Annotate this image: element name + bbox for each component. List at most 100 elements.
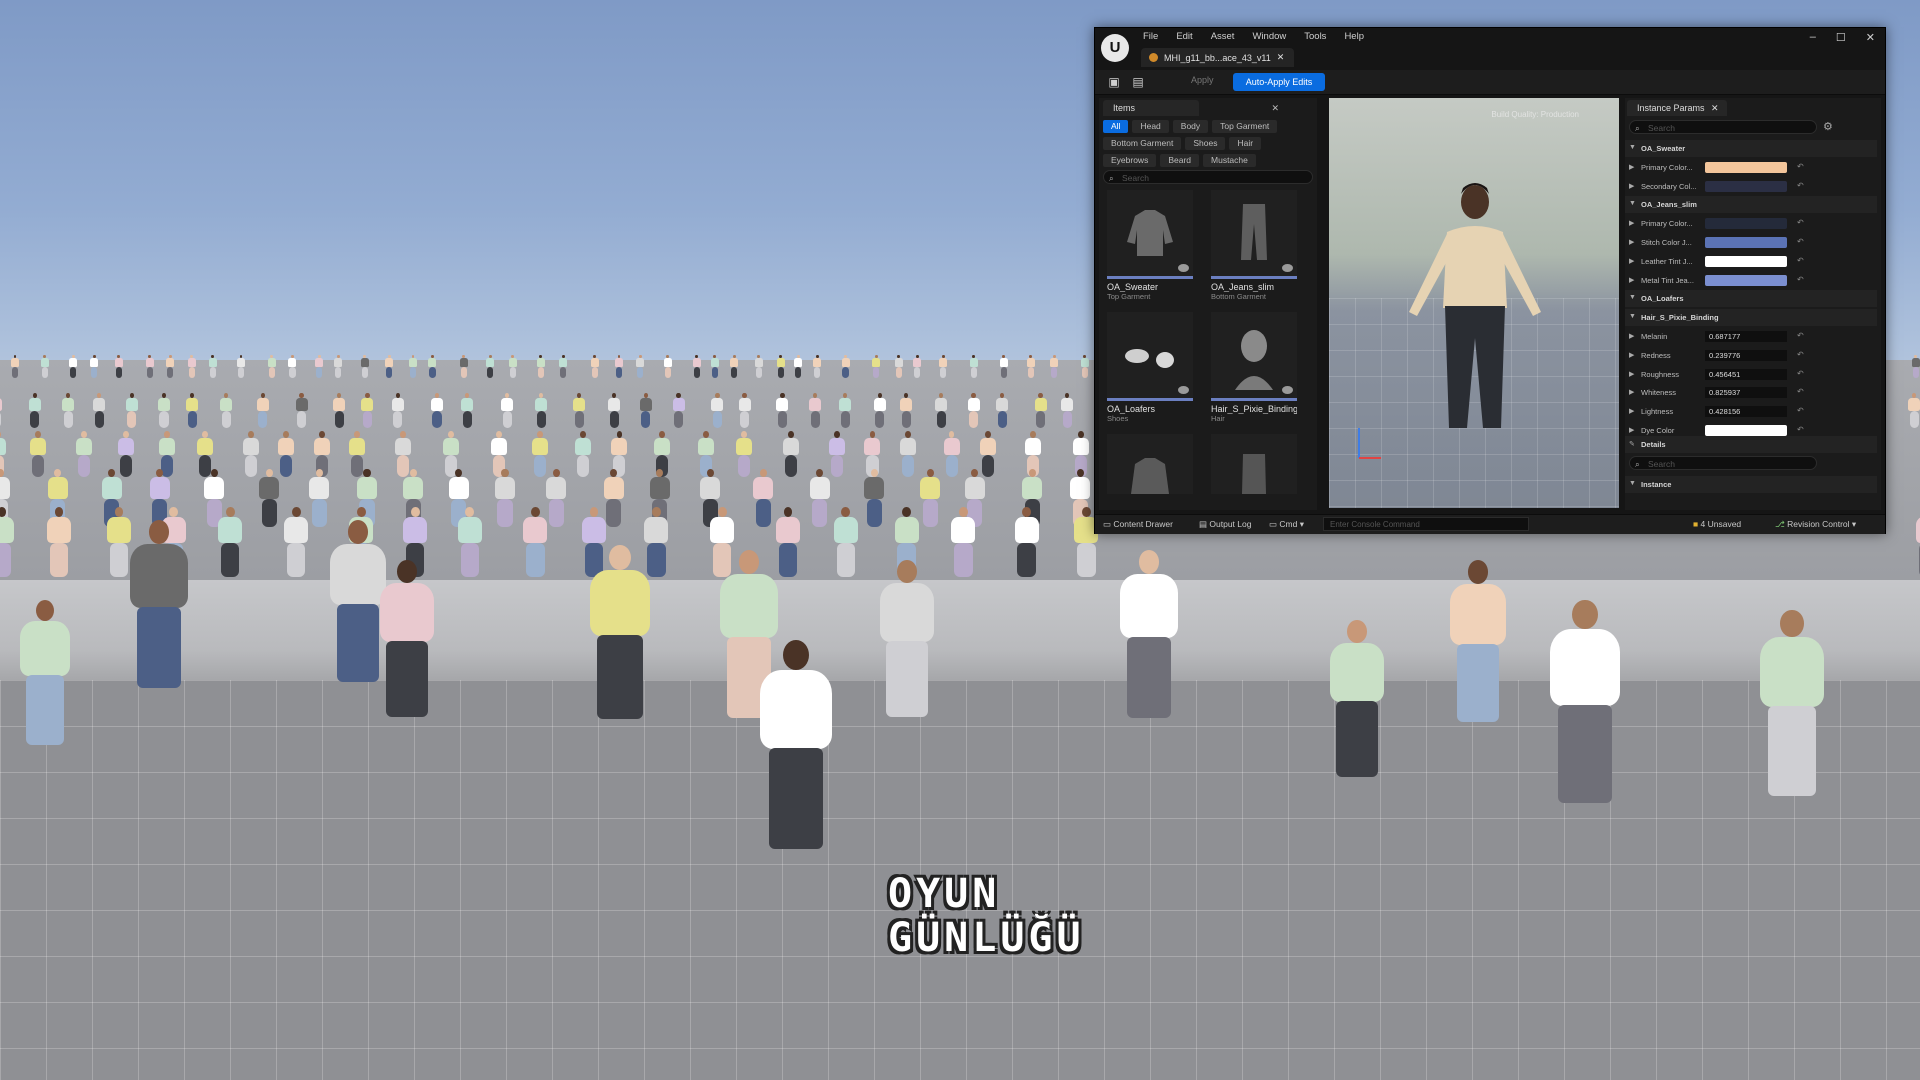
- details-header[interactable]: ✎ Details: [1625, 436, 1877, 453]
- params-search-input[interactable]: ⌕ Search: [1629, 120, 1817, 134]
- color-swatch[interactable]: [1705, 180, 1787, 192]
- menu-tools[interactable]: Tools: [1304, 31, 1326, 42]
- details-search-input[interactable]: ⌕ Search: [1629, 456, 1817, 470]
- expand-arrow-icon[interactable]: ▶: [1629, 388, 1634, 396]
- maximize-button[interactable]: ☐: [1836, 31, 1846, 44]
- filter-head[interactable]: Head: [1132, 120, 1169, 133]
- filter-shoes[interactable]: Shoes: [1185, 137, 1226, 150]
- unreal-logo-icon[interactable]: U: [1101, 34, 1129, 62]
- item-tile-sweater[interactable]: OA_Sweater Top Garment: [1107, 190, 1193, 301]
- auto-apply-edits-button[interactable]: Auto-Apply Edits: [1233, 73, 1325, 91]
- param-row[interactable]: ▶ Redness 0.239776 ↶: [1625, 347, 1877, 364]
- expand-arrow-icon[interactable]: ▶: [1629, 182, 1634, 190]
- instance-params-tab[interactable]: Instance Params ✕: [1627, 100, 1727, 116]
- color-swatch[interactable]: [1705, 161, 1787, 173]
- settings-gear-icon[interactable]: ⚙: [1823, 120, 1833, 133]
- document-tab[interactable]: MHI_g11_bb...ace_43_v11 ✕: [1141, 48, 1295, 67]
- collapse-arrow-icon[interactable]: ▼: [1629, 200, 1636, 207]
- unsaved-indicator[interactable]: ■ 4 Unsaved: [1693, 519, 1741, 529]
- close-tab-icon[interactable]: ✕: [1277, 52, 1285, 63]
- filter-hair[interactable]: Hair: [1229, 137, 1262, 150]
- color-swatch[interactable]: [1705, 218, 1787, 230]
- param-group-header[interactable]: ▼ OA_Jeans_slim: [1625, 196, 1877, 214]
- expand-arrow-icon[interactable]: ▶: [1629, 257, 1634, 265]
- reset-icon[interactable]: ↶: [1797, 181, 1804, 190]
- param-row[interactable]: ▶ Secondary Col... ↶: [1625, 178, 1877, 195]
- close-panel-icon[interactable]: ✕: [1711, 100, 1719, 116]
- apply-button[interactable]: Apply: [1191, 75, 1214, 85]
- param-row[interactable]: ▶ Metal Tint Jea... ↶: [1625, 272, 1877, 289]
- param-value-input[interactable]: 0.239776: [1705, 349, 1787, 361]
- param-group-header[interactable]: ▼ OA_Sweater: [1625, 140, 1877, 157]
- expand-arrow-icon[interactable]: ▶: [1629, 426, 1634, 434]
- close-window-button[interactable]: ✕: [1866, 31, 1875, 44]
- filter-all[interactable]: All: [1103, 120, 1129, 133]
- minimize-button[interactable]: –: [1810, 31, 1816, 44]
- visibility-eye-icon[interactable]: [1178, 386, 1189, 394]
- close-panel-icon[interactable]: ✕: [1271, 100, 1279, 116]
- param-row[interactable]: ▶ Leather Tint J... ↶: [1625, 253, 1877, 270]
- visibility-eye-icon[interactable]: [1282, 264, 1293, 272]
- collapse-arrow-icon[interactable]: ▼: [1629, 313, 1636, 320]
- filter-bottom-garment[interactable]: Bottom Garment: [1103, 137, 1182, 150]
- reset-icon[interactable]: ↶: [1797, 256, 1804, 265]
- reset-icon[interactable]: ↶: [1797, 237, 1804, 246]
- visibility-eye-icon[interactable]: [1178, 264, 1189, 272]
- content-drawer-button[interactable]: ▭ Content Drawer: [1103, 519, 1173, 530]
- browse-icon[interactable]: ▤: [1131, 75, 1145, 89]
- filter-eyebrows[interactable]: Eyebrows: [1103, 154, 1157, 167]
- menu-window[interactable]: Window: [1252, 31, 1286, 42]
- param-value-input[interactable]: 0.456451: [1705, 368, 1787, 380]
- param-group-header[interactable]: ▼ OA_Loafers: [1625, 290, 1877, 308]
- menu-asset[interactable]: Asset: [1211, 31, 1235, 42]
- item-tile-jeans[interactable]: OA_Jeans_slim Bottom Garment: [1211, 190, 1297, 301]
- filter-top-garment[interactable]: Top Garment: [1212, 120, 1278, 133]
- param-row[interactable]: ▶ Primary Color... ↶: [1625, 159, 1877, 176]
- param-row[interactable]: ▶ Primary Color... ↶: [1625, 215, 1877, 232]
- reset-icon[interactable]: ↶: [1797, 369, 1804, 378]
- expand-arrow-icon[interactable]: ▶: [1629, 163, 1634, 171]
- expand-arrow-icon[interactable]: ▶: [1629, 370, 1634, 378]
- character-viewport[interactable]: Build Quality: Production: [1329, 98, 1619, 508]
- reset-icon[interactable]: ↶: [1797, 425, 1804, 434]
- revision-control-button[interactable]: ⎇ Revision Control ▾: [1775, 519, 1856, 530]
- menu-edit[interactable]: Edit: [1176, 31, 1192, 42]
- param-group-header[interactable]: ▼ Hair_S_Pixie_Binding: [1625, 309, 1877, 327]
- console-command-input[interactable]: Enter Console Command: [1323, 517, 1529, 531]
- visibility-eye-icon[interactable]: [1282, 386, 1293, 394]
- color-swatch[interactable]: [1705, 255, 1787, 267]
- output-log-button[interactable]: ▤ Output Log: [1199, 519, 1251, 530]
- item-tile-hair[interactable]: Hair_S_Pixie_Binding Hair: [1211, 312, 1297, 423]
- param-row[interactable]: ▶ Stitch Color J... ↶: [1625, 234, 1877, 251]
- param-value-input[interactable]: 0.825937: [1705, 387, 1787, 399]
- expand-arrow-icon[interactable]: ▶: [1629, 332, 1634, 340]
- param-value-input[interactable]: 0.687177: [1705, 331, 1787, 342]
- item-tile-more[interactable]: [1107, 434, 1193, 494]
- save-icon[interactable]: ▣: [1107, 75, 1121, 89]
- expand-arrow-icon[interactable]: ▶: [1629, 407, 1634, 415]
- reset-icon[interactable]: ↶: [1797, 162, 1804, 171]
- expand-arrow-icon[interactable]: ▶: [1629, 238, 1634, 246]
- color-swatch[interactable]: [1705, 425, 1787, 436]
- param-row[interactable]: ▶ Melanin 0.687177 ↶: [1625, 328, 1877, 345]
- cmd-dropdown[interactable]: ▭ Cmd ▾: [1269, 519, 1304, 530]
- collapse-arrow-icon[interactable]: ▼: [1629, 294, 1636, 301]
- color-swatch[interactable]: [1705, 237, 1787, 248]
- param-value-input[interactable]: 0.428156: [1705, 406, 1787, 418]
- reset-icon[interactable]: ↶: [1797, 218, 1804, 227]
- reset-icon[interactable]: ↶: [1797, 275, 1804, 284]
- menu-help[interactable]: Help: [1344, 31, 1364, 42]
- item-tile-more[interactable]: [1211, 434, 1297, 494]
- param-row[interactable]: ▶ Whiteness 0.825937 ↶: [1625, 384, 1877, 401]
- menu-file[interactable]: File: [1143, 31, 1158, 42]
- filter-beard[interactable]: Beard: [1160, 154, 1200, 167]
- color-swatch[interactable]: [1705, 274, 1787, 286]
- filter-body[interactable]: Body: [1172, 120, 1209, 133]
- items-tab[interactable]: Items ✕: [1103, 100, 1279, 116]
- reset-icon[interactable]: ↶: [1797, 331, 1804, 340]
- expand-arrow-icon[interactable]: ▶: [1629, 351, 1634, 359]
- expand-arrow-icon[interactable]: ▶: [1629, 276, 1634, 284]
- instance-section[interactable]: ▼ Instance: [1625, 476, 1877, 493]
- reset-icon[interactable]: ↶: [1797, 406, 1804, 415]
- collapse-arrow-icon[interactable]: ▼: [1629, 144, 1636, 151]
